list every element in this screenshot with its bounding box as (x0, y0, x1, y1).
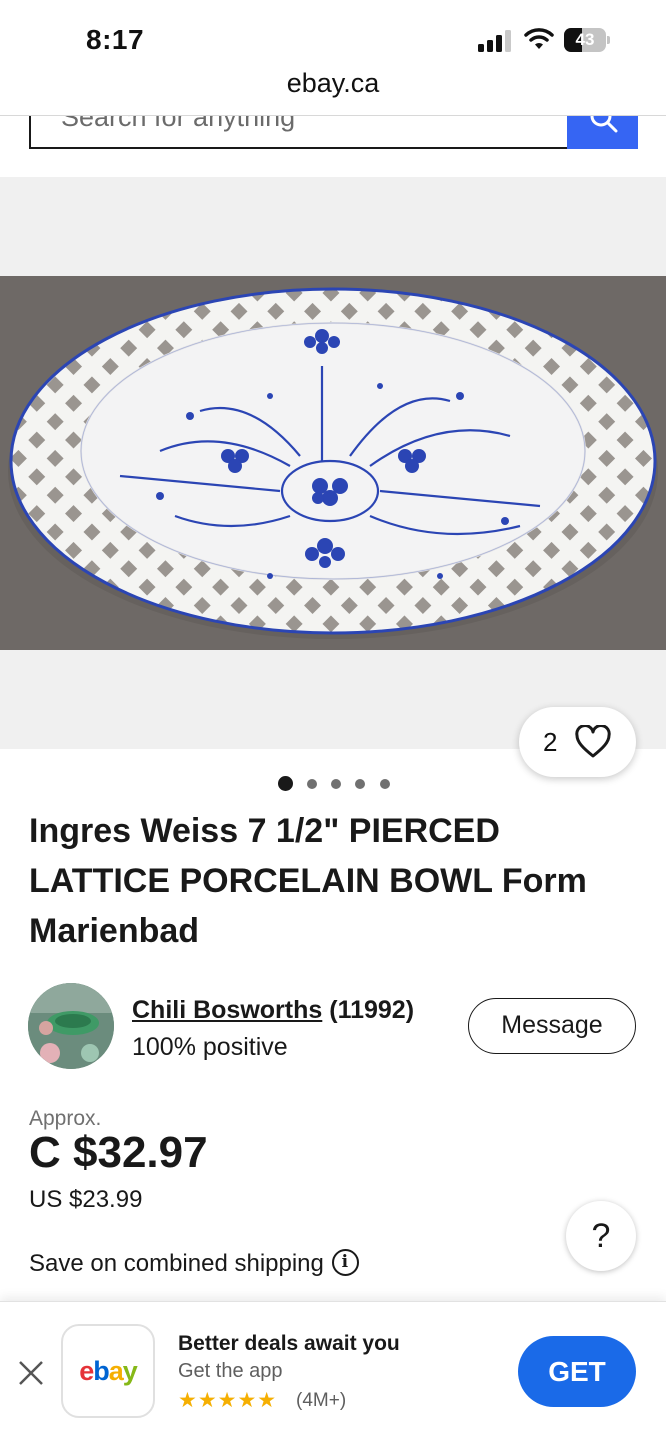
star-rating-icon: ★★★★★ (178, 1389, 278, 1412)
wifi-icon (524, 28, 554, 49)
battery-percent: 43 (575, 30, 595, 49)
ebay-app-icon[interactable]: ebay (61, 1324, 155, 1418)
info-icon[interactable]: i (331, 1249, 359, 1277)
watchlist-button[interactable]: 2 (519, 707, 636, 777)
review-count: (4M+) (296, 1390, 347, 1411)
combined-shipping-label: Save on combined shipping (29, 1250, 324, 1277)
gallery-dot[interactable] (331, 779, 341, 789)
price-cad: C $32.97 (29, 1128, 208, 1177)
app-download-banner: ebay Better deals await you Get the app … (0, 1301, 666, 1440)
banner-subtitle: Get the app (178, 1360, 283, 1382)
seller-positive-rating: 100% positive (132, 1033, 288, 1061)
message-seller-button[interactable]: Message (468, 998, 636, 1054)
info-icon-glyph: i (341, 1252, 349, 1273)
close-icon[interactable] (16, 1358, 46, 1388)
combined-shipping[interactable]: Save on combined shipping i (29, 1249, 359, 1278)
gallery-dot[interactable] (307, 779, 317, 789)
battery-icon: 43 (564, 28, 610, 52)
bowl-image (0, 276, 666, 650)
seller-info: Chili Bosworths (11992) (132, 996, 414, 1025)
gallery-dot[interactable] (278, 776, 293, 791)
get-app-button[interactable]: GET (518, 1336, 636, 1407)
ebay-logo: ebay (79, 1356, 138, 1386)
status-time: 8:17 (86, 24, 145, 55)
seller-avatar[interactable] (28, 983, 114, 1069)
address-bar-url[interactable]: ebay.ca (0, 68, 666, 99)
heart-icon (575, 725, 611, 758)
product-photo[interactable] (0, 276, 666, 650)
gallery-dot[interactable] (355, 779, 365, 789)
seller-name-link[interactable]: Chili Bosworths (132, 996, 322, 1024)
browser-header: 8:17 43 ebay.ca (0, 0, 666, 116)
gallery-dot[interactable] (380, 779, 390, 789)
help-button[interactable]: ? (566, 1201, 636, 1271)
seller-feedback-count: (11992) (329, 996, 415, 1024)
image-gallery[interactable] (0, 177, 666, 749)
price-usd: US $23.99 (29, 1186, 143, 1213)
gallery-pagination[interactable] (278, 776, 398, 792)
cellular-signal-icon (478, 30, 514, 52)
banner-title: Better deals await you (178, 1332, 400, 1355)
listing-title: Ingres Weiss 7 1/2" PIERCED LATTICE PORC… (29, 812, 587, 950)
watch-count: 2 (543, 727, 558, 757)
